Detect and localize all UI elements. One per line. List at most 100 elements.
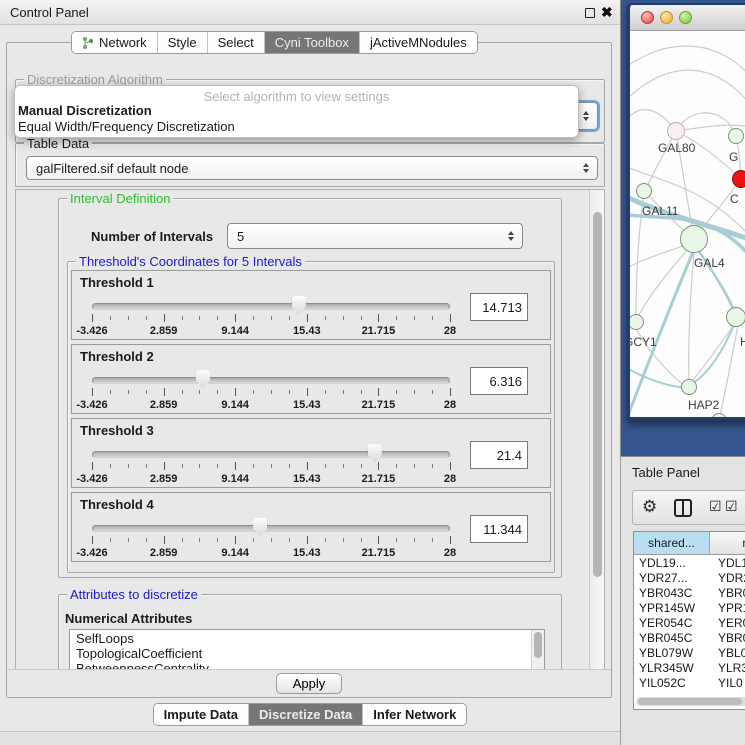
threshold-4-box: Threshold 4 -3.4262.8599.14415.4321.7152…: [71, 492, 551, 562]
attribute-item[interactable]: SelfLoops: [70, 631, 544, 646]
interval-definition-group: Interval Definition Number of Intervals …: [58, 198, 562, 578]
tick-label: 9.144: [221, 547, 249, 559]
network-node-gal4[interactable]: [680, 225, 708, 253]
cell-name[interactable]: YPR1: [710, 601, 745, 615]
network-node-gal11[interactable]: [636, 183, 652, 199]
tick-label: 21.715: [362, 547, 396, 559]
checkbox-icon[interactable]: ☑: [709, 498, 722, 515]
split-columns-icon[interactable]: [674, 499, 692, 517]
node-label: GAL80: [658, 141, 695, 155]
scrollbar-thumb[interactable]: [593, 212, 602, 577]
network-node-c[interactable]: [732, 170, 745, 188]
scrollbar-thumb[interactable]: [638, 698, 742, 705]
slider-track[interactable]: [92, 525, 450, 532]
network-node-g[interactable]: [728, 128, 744, 144]
cell-shared-name[interactable]: YLR345W: [634, 661, 710, 675]
threshold-3-value-field[interactable]: 21.4: [470, 441, 528, 469]
slider-track[interactable]: [92, 377, 450, 384]
column-header-shared-name[interactable]: shared...: [634, 532, 710, 554]
table-row[interactable]: YBR043CYBR0: [634, 585, 745, 600]
cell-shared-name[interactable]: YBL079W: [634, 646, 710, 660]
tick-mark: [343, 316, 344, 320]
minimize-traffic-light-icon[interactable]: [660, 11, 673, 24]
threshold-4-slider[interactable]: -3.4262.8599.14415.4321.71528: [92, 517, 450, 561]
cell-name[interactable]: YBR0: [710, 631, 745, 645]
tick-mark: [199, 464, 200, 468]
slider-track[interactable]: [92, 303, 450, 310]
table-row[interactable]: YDR27...YDR2: [634, 570, 745, 585]
network-node-hap2[interactable]: [681, 379, 697, 395]
settings-scrollbar[interactable]: [589, 190, 604, 696]
table-row[interactable]: YIL052CYIL0: [634, 675, 745, 690]
table-row[interactable]: YBL079WYBL0: [634, 645, 745, 660]
apply-button[interactable]: Apply: [276, 673, 343, 694]
tick-mark: [289, 316, 290, 320]
cell-name[interactable]: YLR3: [710, 661, 745, 675]
attribute-item[interactable]: TopologicalCoefficient: [70, 646, 544, 661]
threshold-2-slider[interactable]: -3.4262.8599.14415.4321.71528: [92, 369, 450, 413]
tick-mark: [199, 390, 200, 394]
tick-mark: [235, 536, 236, 544]
table-row[interactable]: YDL19...YDL1: [634, 555, 745, 570]
dropdown-item-manual-discretization[interactable]: Manual Discretization: [15, 103, 578, 119]
tab-impute-data[interactable]: Impute Data: [154, 704, 248, 725]
gear-icon[interactable]: ⚙: [642, 497, 657, 517]
cell-name[interactable]: YDR2: [710, 571, 745, 585]
spinner-arrows-icon: [583, 111, 589, 121]
cell-name[interactable]: YIL0: [710, 676, 745, 690]
top-tab-bar: Network Style Select Cyni Toolbox jActiv…: [71, 31, 478, 54]
tab-infer-network[interactable]: Infer Network: [362, 704, 466, 725]
threshold-3-box: Threshold 3 -3.4262.8599.14415.4321.7152…: [71, 418, 551, 488]
zoom-traffic-light-icon[interactable]: [679, 11, 692, 24]
tab-select[interactable]: Select: [207, 32, 264, 53]
number-of-intervals-combobox[interactable]: 5: [227, 223, 523, 249]
tab-discretize-data[interactable]: Discretize Data: [248, 704, 362, 725]
table-row[interactable]: YBR045CYBR0: [634, 630, 745, 645]
table-row[interactable]: YLR345WYLR3: [634, 660, 745, 675]
slider-thumb[interactable]: [253, 518, 267, 537]
cell-name[interactable]: YDL1: [710, 556, 745, 570]
threshold-3-slider[interactable]: -3.4262.8599.14415.4321.71528: [92, 443, 450, 487]
threshold-2-value-field[interactable]: 6.316: [470, 367, 528, 395]
tick-mark: [146, 538, 147, 542]
table-horizontal-scrollbar[interactable]: [636, 697, 745, 706]
dropdown-item-equal-width-frequency[interactable]: Equal Width/Frequency Discretization: [15, 119, 578, 135]
tick-label: 15.43: [293, 547, 321, 559]
network-canvas[interactable]: GAL80GCGAL11GAL4GCY1HHAP2: [630, 31, 745, 417]
network-view-window[interactable]: GAL80GCGAL11GAL4GCY1HHAP2: [626, 3, 745, 420]
network-window-titlebar[interactable]: [630, 5, 745, 31]
close-icon[interactable]: ✖: [601, 4, 613, 21]
threshold-4-value-field[interactable]: 11.344: [470, 515, 528, 543]
slider-track[interactable]: [92, 451, 450, 458]
close-traffic-light-icon[interactable]: [641, 11, 654, 24]
network-node-h[interactable]: [726, 307, 745, 327]
table-row[interactable]: YPR145WYPR1: [634, 600, 745, 615]
cell-shared-name[interactable]: YPR145W: [634, 601, 710, 615]
checkbox-icon[interactable]: ☑: [725, 498, 738, 515]
cell-shared-name[interactable]: YBR043C: [634, 586, 710, 600]
table-row[interactable]: YER054CYER0: [634, 615, 745, 630]
slider-thumb[interactable]: [196, 370, 210, 389]
cell-shared-name[interactable]: YER054C: [634, 616, 710, 630]
slider-thumb[interactable]: [292, 296, 306, 315]
tab-network[interactable]: Network: [72, 32, 157, 53]
tab-cyni-toolbox[interactable]: Cyni Toolbox: [264, 32, 359, 53]
cell-name[interactable]: YER0: [710, 616, 745, 630]
table-data-combobox[interactable]: galFiltered.sif default node: [26, 156, 598, 180]
slider-thumb[interactable]: [368, 444, 382, 463]
threshold-1-slider[interactable]: -3.4262.8599.14415.4321.71528: [92, 295, 450, 339]
float-window-icon[interactable]: [585, 8, 595, 18]
column-header-name[interactable]: n...: [710, 532, 745, 554]
cell-shared-name[interactable]: YBR045C: [634, 631, 710, 645]
cell-shared-name[interactable]: YDL19...: [634, 556, 710, 570]
cell-name[interactable]: YBR0: [710, 586, 745, 600]
tab-jactivemnodules[interactable]: jActiveMNodules: [359, 32, 477, 53]
cell-name[interactable]: YBL0: [710, 646, 745, 660]
tab-style[interactable]: Style: [157, 32, 207, 53]
network-node-gal80[interactable]: [667, 122, 685, 140]
cell-shared-name[interactable]: YDR27...: [634, 571, 710, 585]
tick-mark: [92, 462, 93, 470]
tick-mark: [199, 316, 200, 320]
threshold-1-value-field[interactable]: 14.713: [470, 293, 528, 321]
cell-shared-name[interactable]: YIL052C: [634, 676, 710, 690]
